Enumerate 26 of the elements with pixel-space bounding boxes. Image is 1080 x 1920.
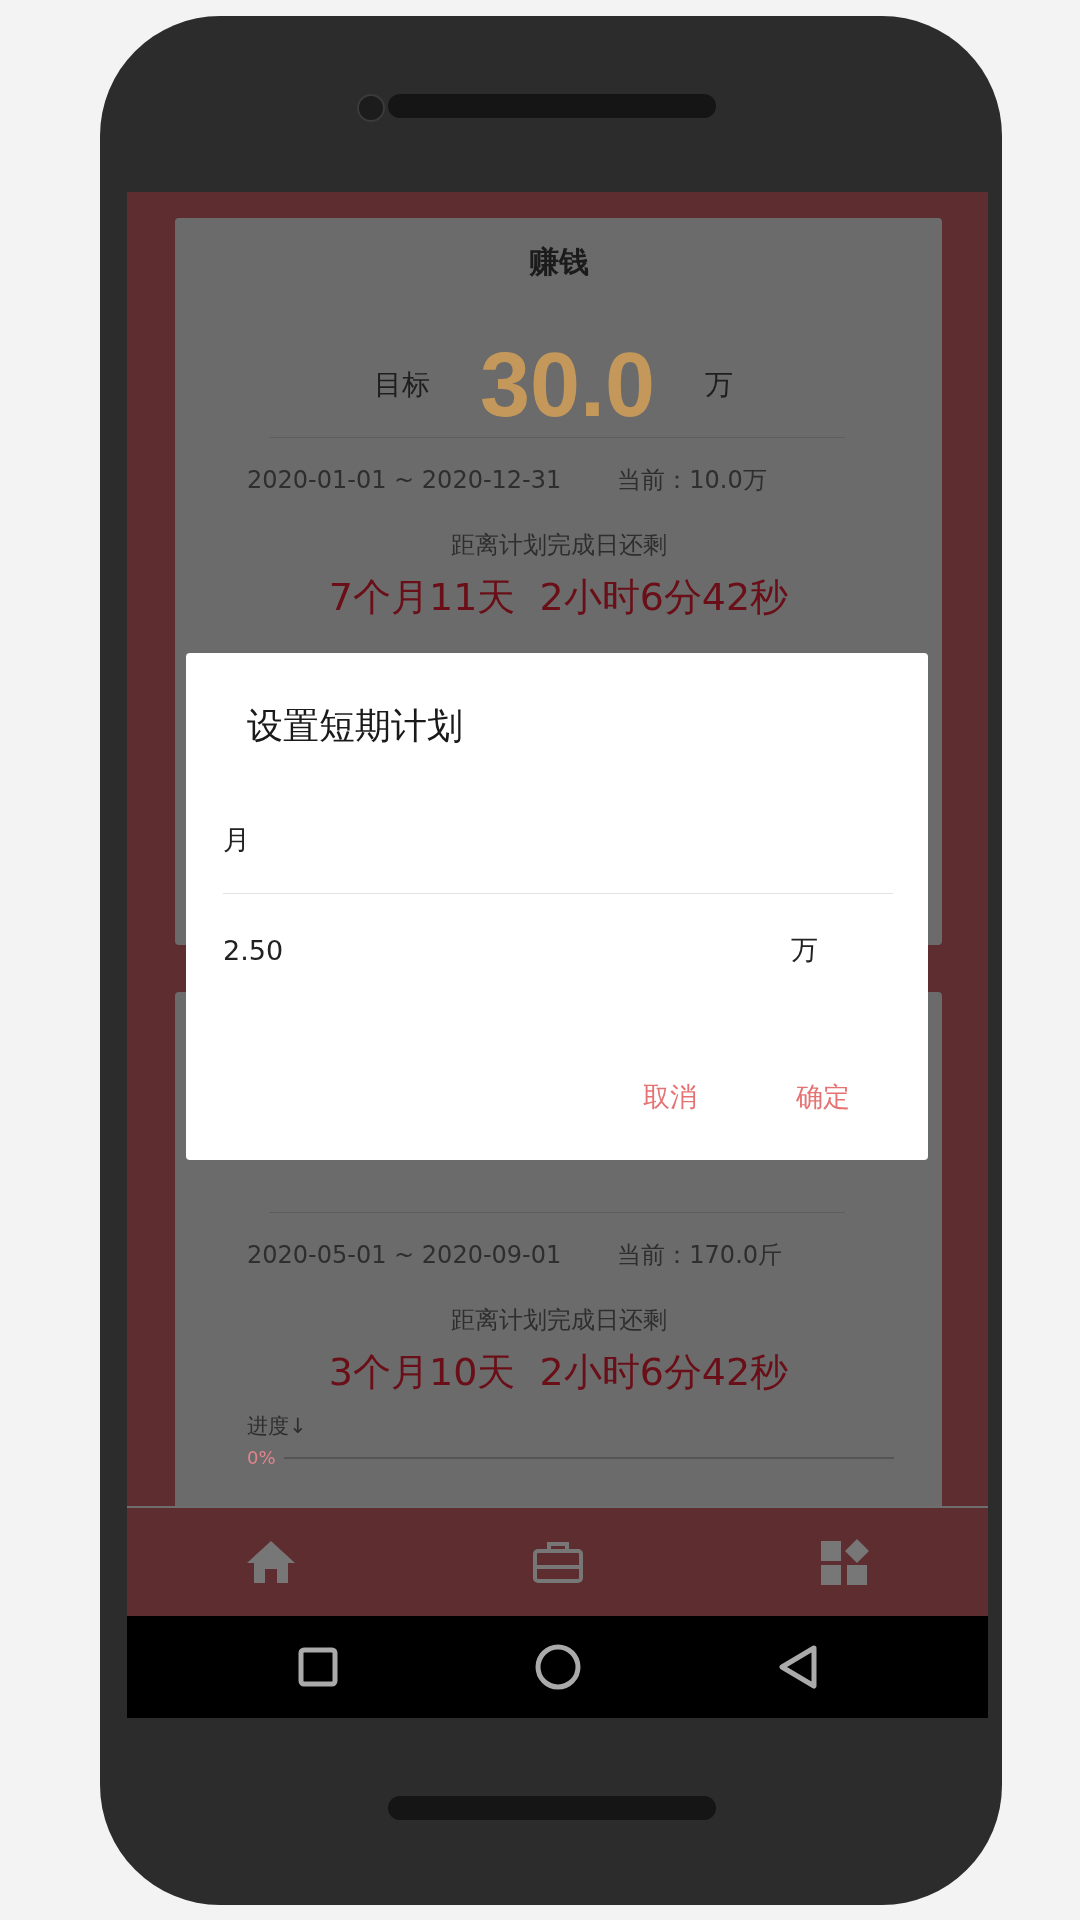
home-icon[interactable] <box>246 1541 295 1583</box>
amount-value: 2.50 <box>223 934 285 966</box>
back-icon[interactable] <box>777 1645 818 1689</box>
remaining-label: 距离计划完成日还剩 <box>450 530 667 561</box>
home-circle-icon[interactable] <box>534 1644 581 1690</box>
target-value: 30.0 <box>478 333 657 437</box>
date-range: 2020-05-01 ~ 2020-09-01 <box>247 1240 562 1271</box>
dialog-title: 设置短期计划 <box>246 704 463 748</box>
amount-unit: 万 <box>791 933 819 967</box>
briefcase-icon[interactable] <box>532 1541 583 1583</box>
recents-icon[interactable] <box>297 1647 338 1687</box>
remaining-label: 距离计划完成日还剩 <box>450 1305 667 1336</box>
countdown: 3个月10天 2小时6分42秒 <box>328 1349 789 1395</box>
widgets-icon[interactable] <box>820 1539 869 1585</box>
amount-field[interactable]: 2.50 万 <box>223 894 893 1006</box>
target-unit: 万 <box>705 367 734 403</box>
current-value: 当前：10.0万 <box>617 465 767 496</box>
target-label: 目标 <box>373 367 430 403</box>
card-title: 赚钱 <box>528 243 589 281</box>
current-value: 当前：170.0斤 <box>617 1240 783 1271</box>
period-field[interactable]: 月 <box>223 749 893 894</box>
date-range: 2020-01-01 ~ 2020-12-31 <box>247 465 562 496</box>
progress-label: 进度↓ <box>247 1413 307 1440</box>
progress-percent: 0% <box>247 1447 276 1468</box>
camera-lens <box>357 94 385 122</box>
countdown: 7个月11天 2小时6分42秒 <box>328 574 789 620</box>
